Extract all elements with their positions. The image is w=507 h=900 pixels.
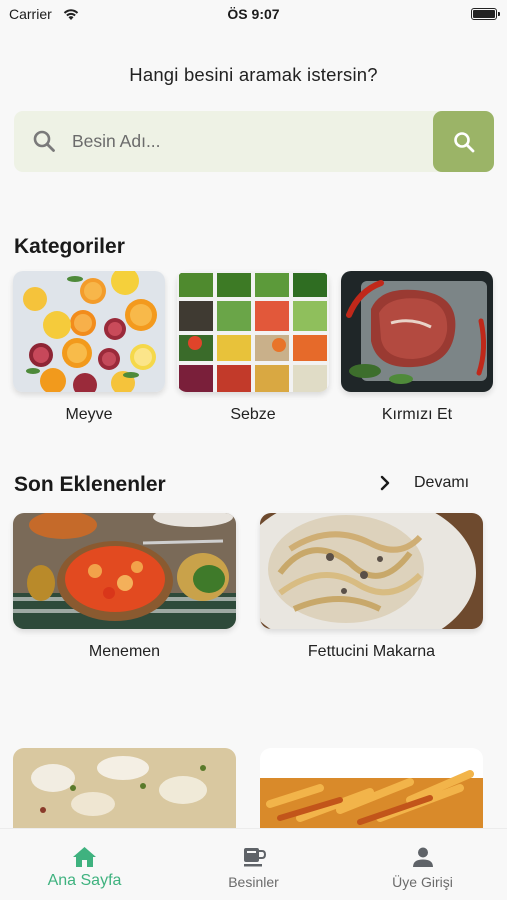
recipe-label: Fettucini Makarna [307,643,436,660]
battery-icon [471,8,500,20]
recipe-card[interactable] [260,748,483,828]
search-input[interactable] [72,111,432,172]
vegetable-photo [177,271,329,392]
coffee-icon [244,848,266,867]
home-icon [73,847,96,867]
category-label: Meyve [65,406,113,423]
tab-label: Ana Sayfa [47,872,122,889]
fettuccine-photo [260,513,483,629]
search-button[interactable] [433,111,494,172]
category-card-vegetable[interactable] [177,271,329,392]
search-icon [453,131,474,152]
food-photo [13,748,236,828]
tab-foods[interactable]: Besinler [169,829,338,900]
category-card-red-meat[interactable] [341,271,493,392]
search-prompt: Hangi besini aramak istersin? [129,64,378,85]
chevron-right-icon [380,475,390,491]
categories-title: Kategoriler [14,235,125,258]
recipe-card[interactable] [13,748,236,828]
search-bar [14,111,494,172]
recipe-label: Menemen [88,643,161,660]
tab-label: Üye Girişi [392,874,453,890]
category-card-fruit[interactable] [13,271,165,392]
fruit-photo [13,271,165,392]
tab-label: Besinler [228,874,279,890]
user-icon [413,847,433,867]
tab-bar: Ana Sayfa Besinler Üye Girişi [0,828,507,900]
recent-title: Son Eklenenler [14,473,166,496]
status-bar: Carrier ÖS 9:07 [0,0,507,30]
tab-login[interactable]: Üye Girişi [338,829,507,900]
tab-home[interactable]: Ana Sayfa [0,829,169,900]
search-icon [33,130,55,152]
more-link[interactable]: Devamı [378,472,478,496]
recipe-card-menemen[interactable] [13,513,236,629]
clock: ÖS 9:07 [227,6,280,22]
food-photo [260,748,483,828]
more-label: Devamı [414,474,470,491]
recipe-card-fettuccine[interactable] [260,513,483,629]
menemen-photo [13,513,236,629]
category-label: Sebze [230,406,276,423]
category-label: Kırmızı Et [381,406,453,423]
red-meat-photo [341,271,493,392]
